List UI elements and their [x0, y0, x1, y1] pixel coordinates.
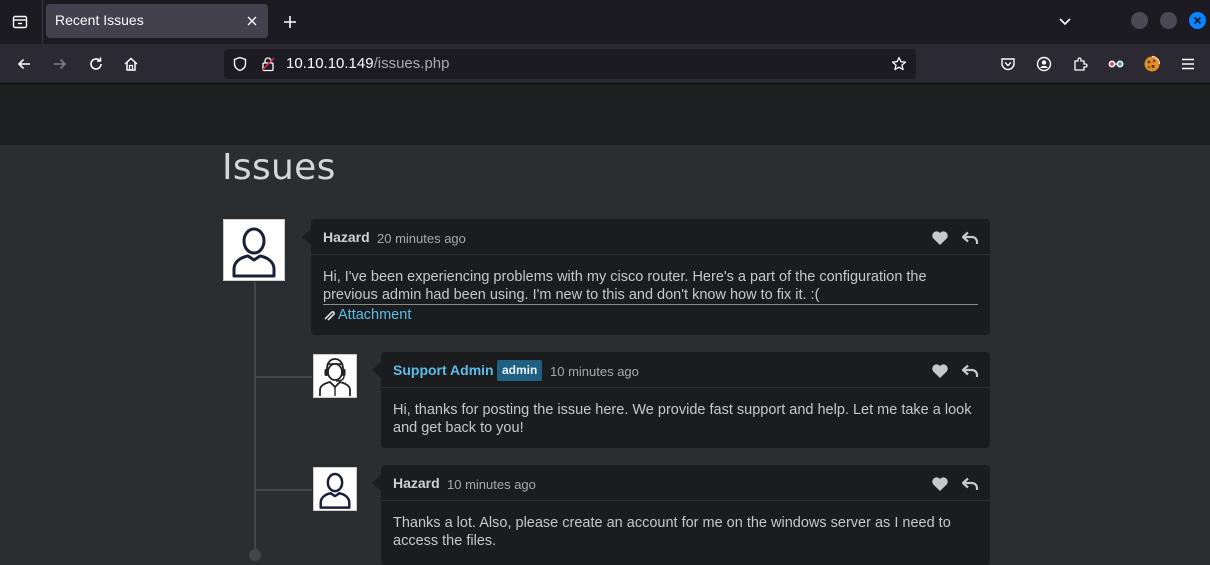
window-minimize-button[interactable] — [1131, 12, 1148, 29]
avatar — [313, 354, 357, 398]
account-icon[interactable] — [1032, 52, 1056, 76]
home-icon[interactable] — [119, 52, 143, 76]
comment-actions — [930, 475, 980, 493]
reply-icon[interactable] — [960, 229, 980, 247]
url-path: /issues.php — [373, 55, 450, 72]
insecure-lock-icon[interactable] — [260, 56, 276, 72]
comment-timestamp: 10 minutes ago — [550, 364, 639, 379]
heart-icon[interactable] — [930, 362, 950, 380]
extension-glasses-icon[interactable] — [1104, 52, 1128, 76]
page-title: Issues — [222, 147, 336, 188]
comment-body: Hi, thanks for posting the issue here. W… — [393, 402, 972, 436]
extension-cookie-icon[interactable] — [1140, 52, 1164, 76]
browser-nav-bar: 10.10.10.149/issues.php — [0, 44, 1210, 84]
support-agent-icon — [319, 358, 351, 396]
tab-separator — [42, 0, 43, 44]
comment-author[interactable]: Support Admin — [393, 362, 494, 378]
issue-comment: Hazard 20 minutes ago Hi, I've been expe… — [302, 219, 990, 335]
pocket-icon[interactable] — [996, 52, 1020, 76]
comment-author[interactable]: Hazard — [393, 475, 440, 491]
comment-body: Thanks a lot. Also, please create an acc… — [393, 515, 951, 549]
tracking-shield-icon[interactable] — [232, 56, 248, 72]
new-tab-plus-icon[interactable] — [278, 10, 302, 34]
paperclip-icon — [324, 311, 335, 321]
timeline-line — [254, 282, 256, 554]
timeline-connector — [256, 376, 312, 378]
avatar — [313, 467, 357, 511]
attachment-divider — [323, 304, 978, 305]
issues-page: Issues Hazard 20 minutes ago Hi, I've be… — [0, 145, 1210, 565]
comment-author[interactable]: Hazard — [323, 229, 370, 245]
forward-arrow-icon[interactable] — [48, 52, 72, 76]
window-close-button[interactable] — [1189, 12, 1206, 29]
heart-icon[interactable] — [930, 475, 950, 493]
comment-header: Hazard 10 minutes ago — [381, 465, 990, 501]
avatar — [223, 219, 285, 281]
timeline-dot — [249, 549, 261, 561]
tab-title: Recent Issues — [55, 12, 144, 28]
url-text: 10.10.10.149/issues.php — [286, 55, 449, 72]
timeline-connector — [256, 489, 312, 491]
reply-comment: Hazard 10 minutes ago Thanks a lot. Also… — [372, 465, 990, 565]
comment-timestamp: 10 minutes ago — [447, 477, 536, 492]
hamburger-menu-icon[interactable] — [1176, 52, 1200, 76]
chevron-down-icon[interactable] — [1054, 10, 1076, 32]
bookmark-star-icon[interactable] — [890, 55, 908, 73]
attachment-label: Attachment — [338, 307, 412, 323]
reload-icon[interactable] — [84, 52, 108, 76]
browser-tab-bar: Recent Issues — [0, 0, 1210, 44]
comment-actions — [930, 229, 980, 247]
window-maximize-button[interactable] — [1160, 12, 1177, 29]
comment-body: Hi, I've been experiencing problems with… — [323, 269, 927, 303]
user-avatar-icon — [319, 472, 351, 509]
url-host: 10.10.10.149 — [286, 55, 374, 72]
attachment-link[interactable]: Attachment — [323, 307, 411, 323]
tab-list-icon[interactable] — [8, 10, 32, 34]
tab-close-icon[interactable] — [244, 13, 260, 29]
heart-icon[interactable] — [930, 229, 950, 247]
comment-actions — [930, 362, 980, 380]
admin-badge: admin — [497, 360, 543, 381]
user-avatar-icon — [232, 227, 276, 278]
comment-header: Hazard 20 minutes ago — [311, 219, 990, 255]
reply-comment: Support Admin admin 10 minutes ago Hi, t… — [372, 352, 990, 448]
url-bar[interactable]: 10.10.10.149/issues.php — [224, 49, 916, 79]
extensions-puzzle-icon[interactable] — [1068, 52, 1092, 76]
comment-timestamp: 20 minutes ago — [377, 231, 466, 246]
back-arrow-icon[interactable] — [12, 52, 36, 76]
site-header — [0, 84, 1210, 145]
reply-icon[interactable] — [960, 475, 980, 493]
comment-header: Support Admin admin 10 minutes ago — [381, 352, 990, 388]
browser-tab-active[interactable]: Recent Issues — [46, 4, 268, 38]
reply-icon[interactable] — [960, 362, 980, 380]
